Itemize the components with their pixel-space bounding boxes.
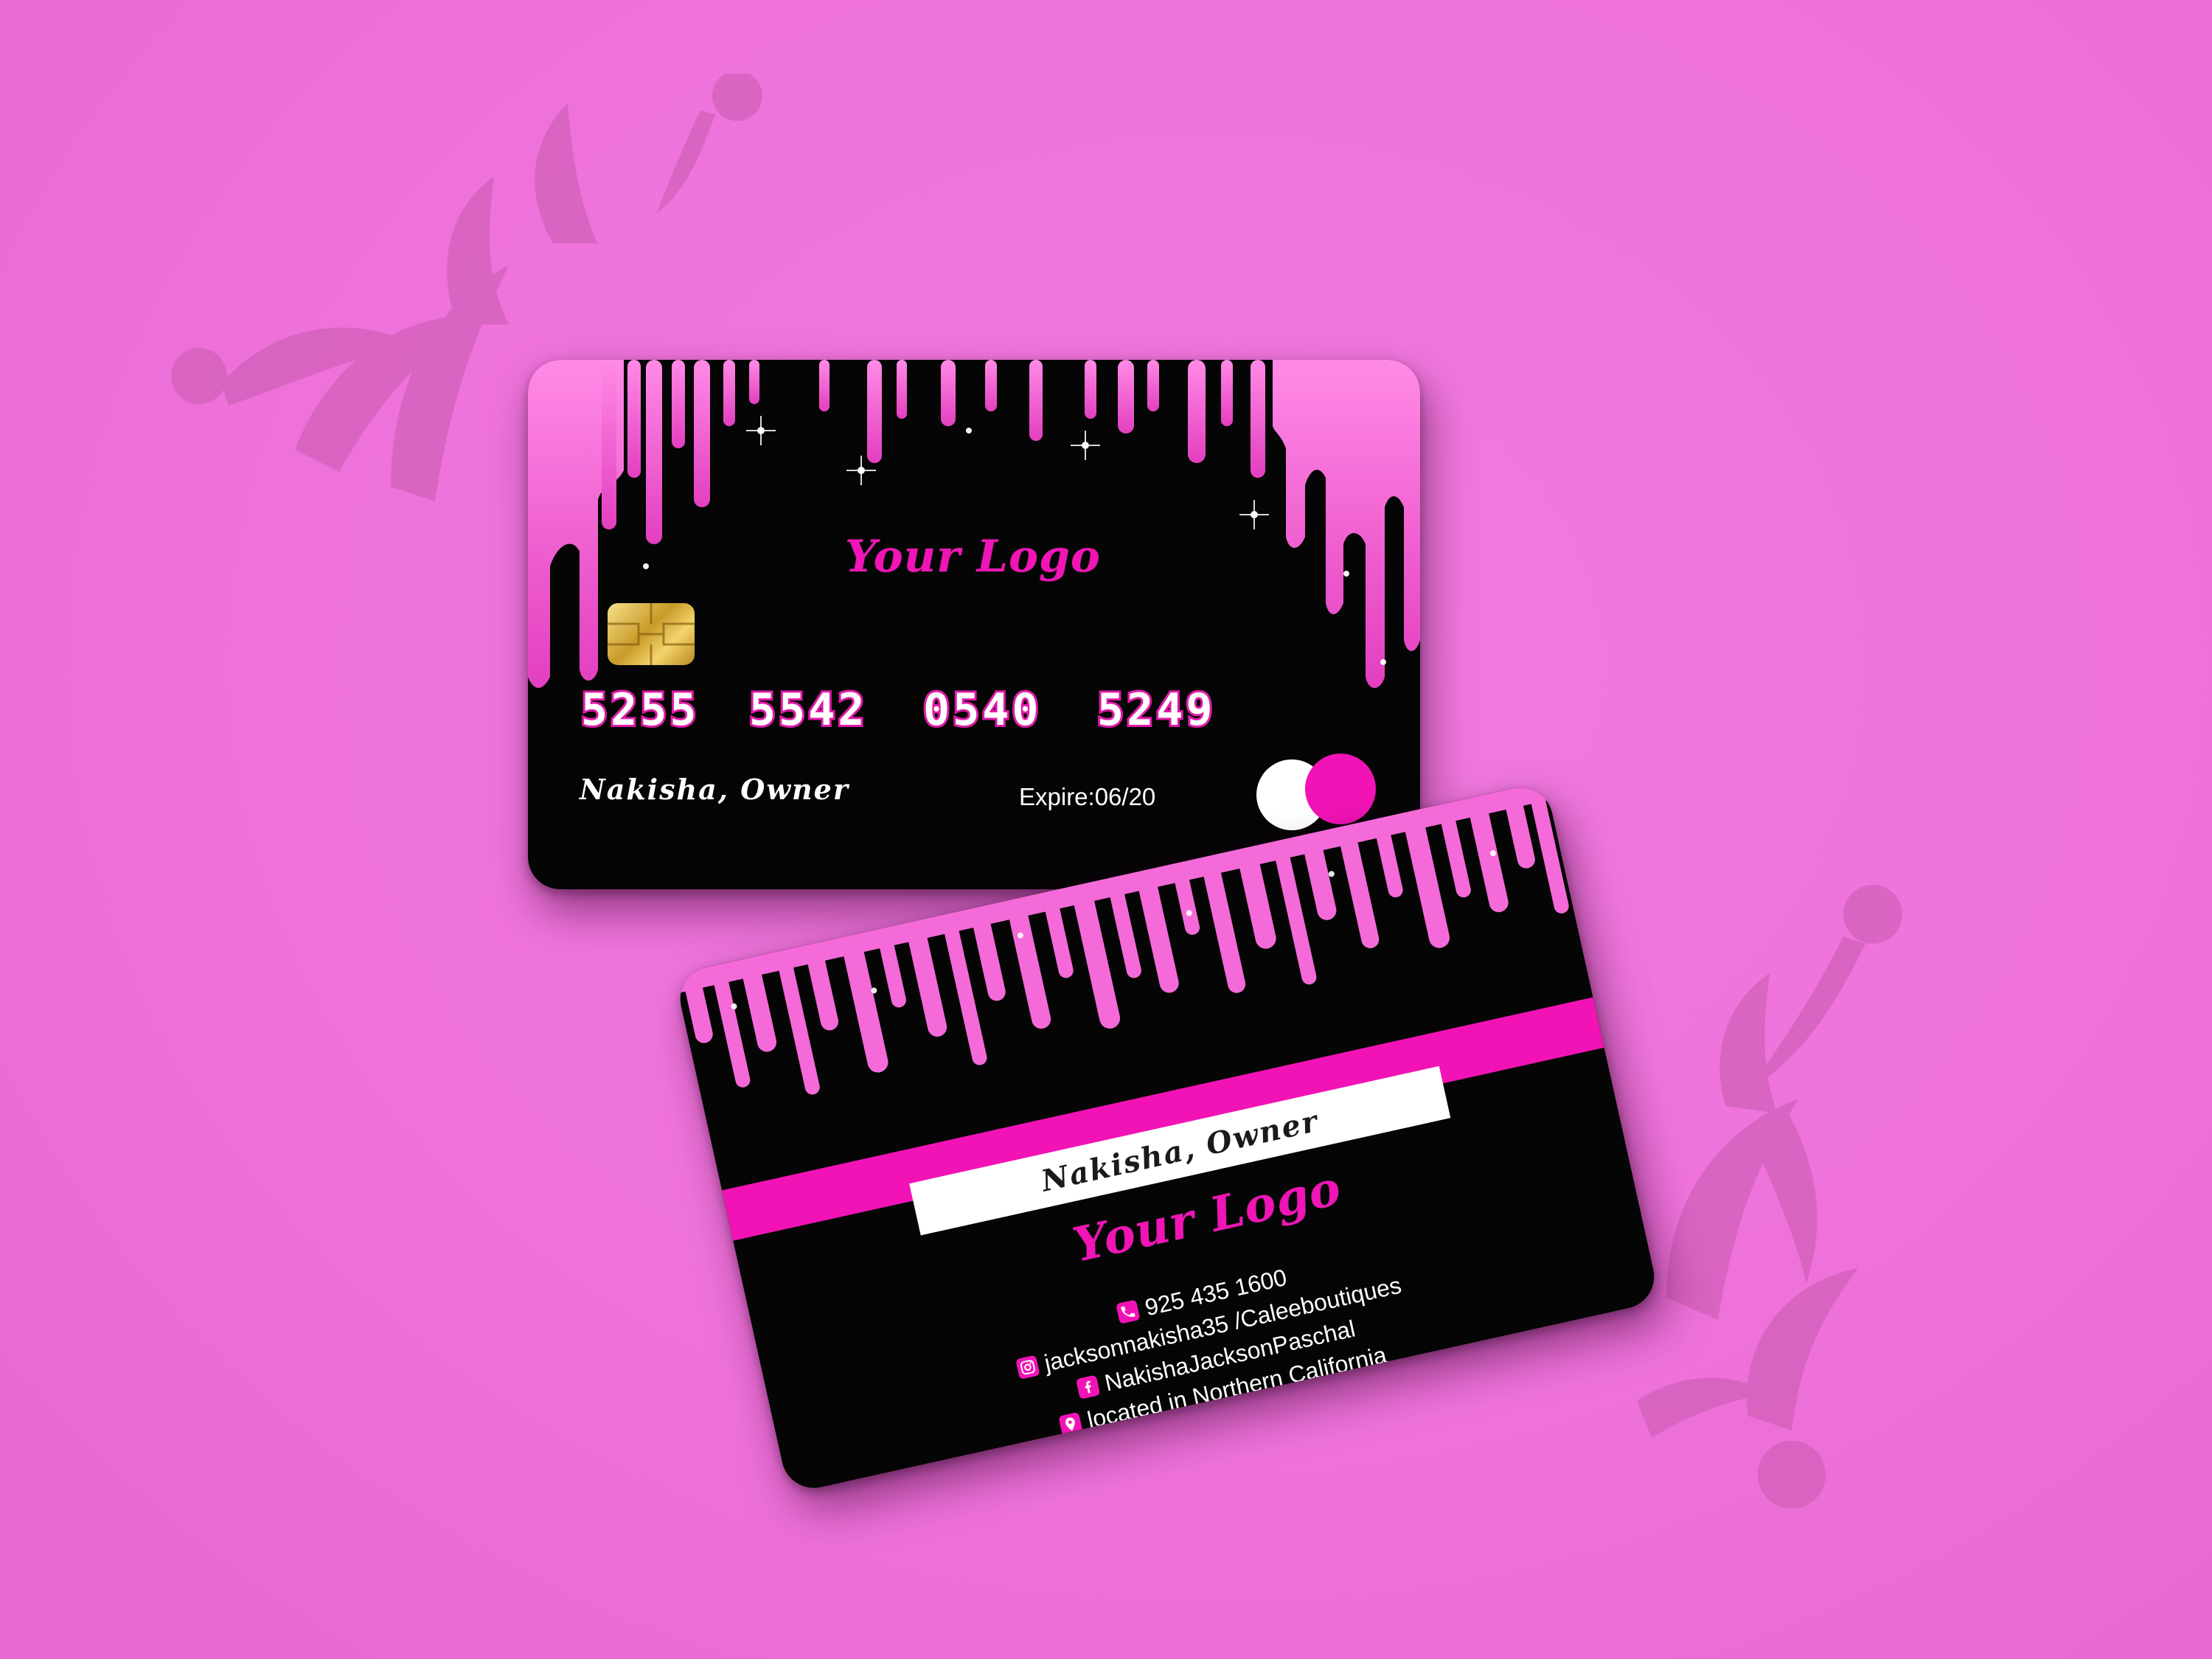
card-number-group-2: 5542 xyxy=(747,682,868,738)
card-number-group-3: 0540 xyxy=(921,682,1042,738)
phone-icon xyxy=(1116,1299,1141,1324)
front-logo: Your Logo xyxy=(845,531,1101,582)
chip-icon xyxy=(608,603,695,665)
expire-date: Expire:06/20 xyxy=(1019,783,1156,810)
front-holder-name: Nakisha, Owner xyxy=(580,773,849,806)
instagram-icon xyxy=(1015,1354,1040,1380)
card-number-group-1: 5255 xyxy=(579,682,700,738)
pink-circle xyxy=(1305,754,1376,824)
facebook-icon xyxy=(1075,1374,1100,1400)
scene: Your Logo 5255 5542 0540 5249 Nakisha, O… xyxy=(0,0,2212,1659)
location-pin-icon xyxy=(1058,1411,1083,1437)
card-number-group-4: 5249 xyxy=(1095,682,1216,738)
ornament-bottom-right xyxy=(1622,885,2065,1534)
